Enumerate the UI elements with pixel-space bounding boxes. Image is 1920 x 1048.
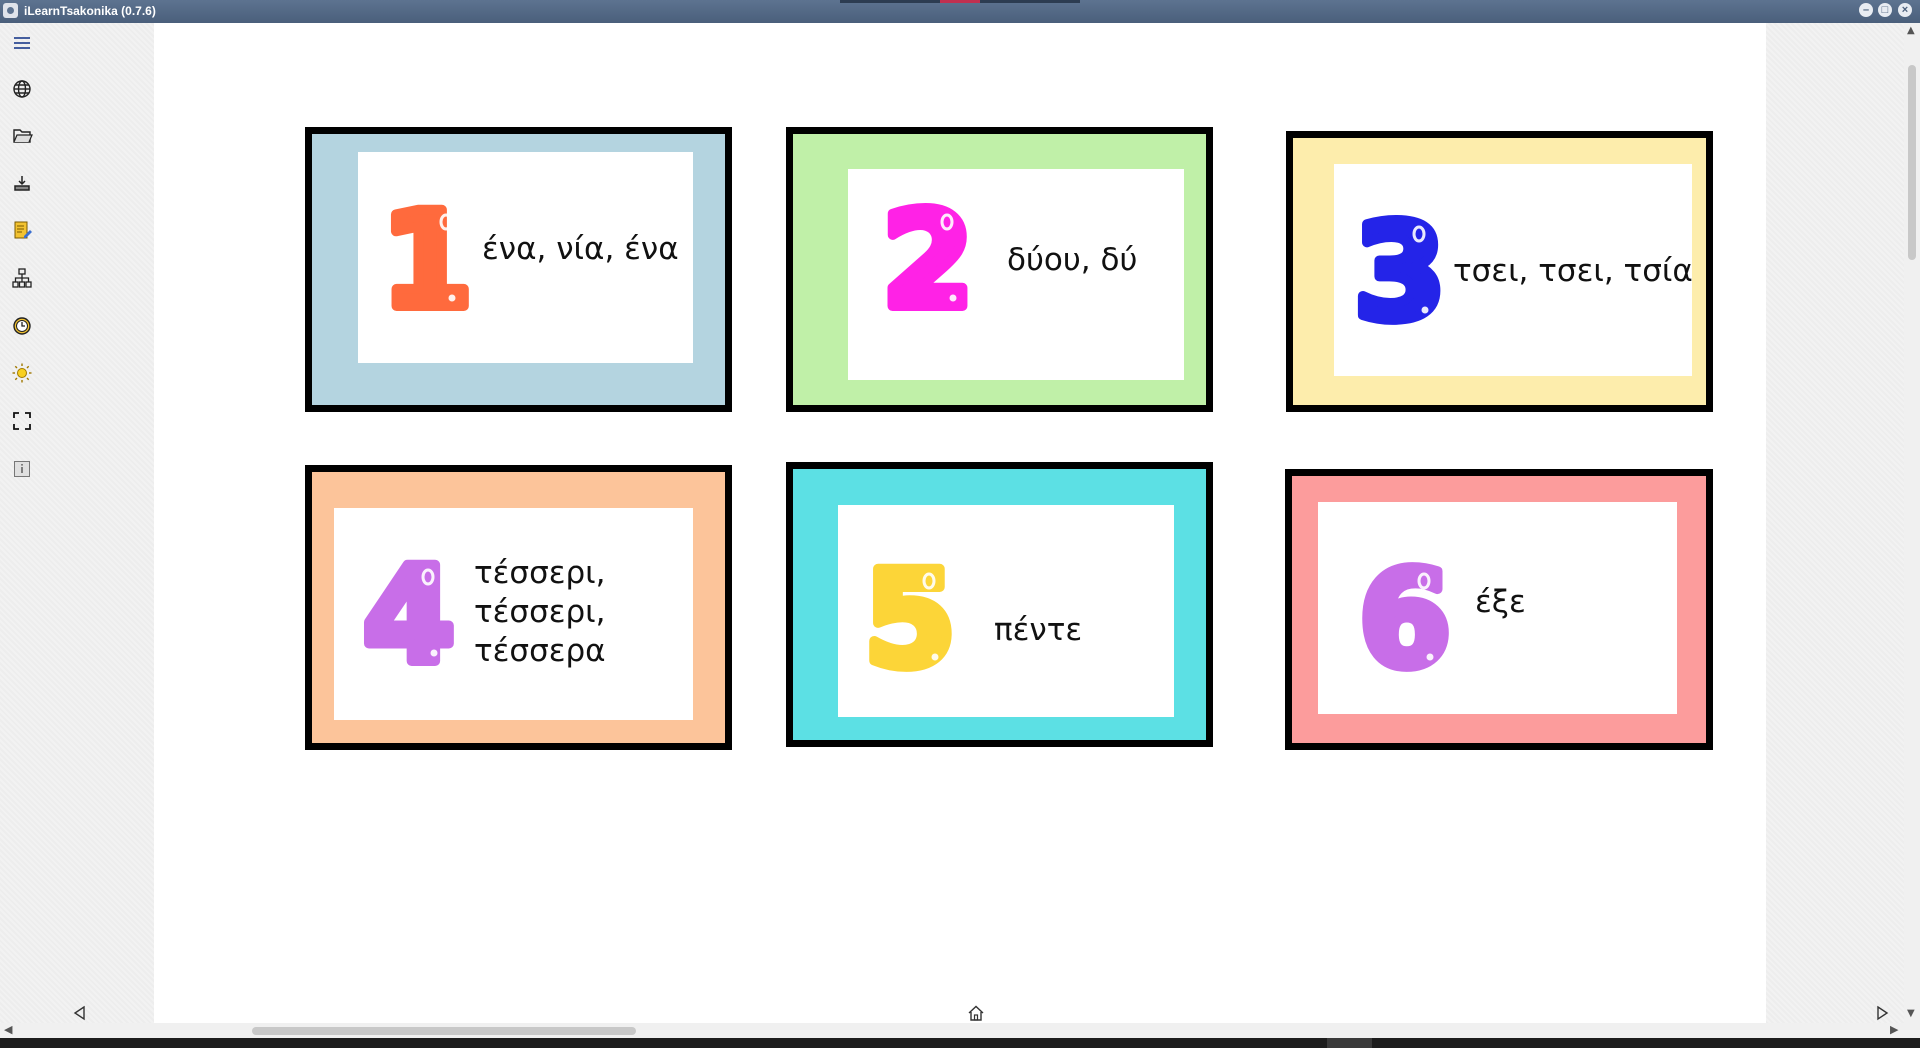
minimize-button[interactable]: – <box>1859 3 1873 17</box>
number-card-3[interactable]: 3 τσει, τσει, τσία <box>1286 131 1713 412</box>
download-icon[interactable] <box>8 169 36 197</box>
edit-document-icon[interactable] <box>8 216 36 244</box>
numeral-5: 5 <box>855 538 965 702</box>
number-word-line: τέσσερι, <box>474 555 606 591</box>
number-words: ένα, νία, ένα <box>482 230 679 269</box>
scroll-up-arrow-icon[interactable]: ▲ <box>1907 25 1915 36</box>
right-gutter <box>1766 23 1904 1023</box>
scroll-down-arrow-icon[interactable]: ▼ <box>1907 1008 1915 1019</box>
numeral-text: 3 <box>1354 196 1446 350</box>
number-word-line: έξε <box>1475 584 1526 620</box>
number-word-line: τέσσερι, <box>474 594 606 630</box>
previous-page-button[interactable] <box>70 1003 90 1023</box>
fullscreen-icon[interactable] <box>8 407 36 435</box>
number-words: έξε <box>1475 583 1526 622</box>
number-card-5[interactable]: 5 πέντε <box>786 462 1213 747</box>
number-card-1[interactable]: 1 ένα, νία, ένα <box>305 127 732 412</box>
horizontal-scroll-thumb[interactable] <box>252 1027 636 1035</box>
number-word-line: δύου, δύ <box>1007 242 1138 278</box>
numeral-1: 1 <box>372 179 482 343</box>
vertical-scrollbar[interactable]: ▲ ▼ <box>1904 23 1920 1023</box>
number-words: δύου, δύ <box>1007 241 1137 280</box>
number-word-line: ένα, νία, ένα <box>482 231 679 267</box>
number-words: τσει, τσει, τσία <box>1453 252 1693 291</box>
home-button[interactable] <box>966 1003 986 1023</box>
next-page-button[interactable] <box>1872 1003 1892 1023</box>
globe-icon[interactable] <box>8 75 36 103</box>
vertical-scroll-thumb[interactable] <box>1908 65 1916 260</box>
maximize-button[interactable]: □ <box>1878 3 1892 17</box>
number-words: πέντε <box>994 611 1082 650</box>
triangle-right-icon <box>1877 1005 1889 1021</box>
sidebar <box>0 23 154 1038</box>
triangle-left-icon <box>73 1005 85 1021</box>
numeral-text: 6 <box>1359 543 1451 697</box>
numeral-text: 4 <box>363 539 455 693</box>
window-title: iLearnTsakonika (0.7.6) <box>24 4 156 18</box>
number-word-line: πέντε <box>994 612 1083 648</box>
numeral-glyph: 4 <box>358 534 460 698</box>
app-icon <box>3 3 18 18</box>
numeral-glyph: 5 <box>859 538 961 702</box>
numeral-glyph: 6 <box>1354 538 1456 702</box>
clock-icon[interactable] <box>8 312 36 340</box>
numeral-text: 2 <box>882 184 974 338</box>
title-bar-indicator <box>840 0 1080 3</box>
title-bar: iLearnTsakonika (0.7.6) – □ × <box>0 0 1920 23</box>
info-icon[interactable] <box>8 455 36 483</box>
home-icon <box>968 1005 984 1021</box>
numeral-3: 3 <box>1345 191 1455 355</box>
number-words: τέσσερι, τέσσερι, τέσσερα <box>474 554 606 671</box>
number-word-line: τέσσερα <box>474 633 606 669</box>
numeral-glyph: 1 <box>376 179 478 343</box>
numeral-text: 5 <box>864 543 956 697</box>
taskbar-active-item[interactable] <box>1327 1038 1372 1048</box>
number-card-6[interactable]: 6 έξε <box>1285 469 1713 750</box>
folder-open-icon[interactable] <box>8 121 36 149</box>
menu-icon[interactable] <box>8 29 36 57</box>
scroll-left-arrow-icon[interactable]: ◀ <box>4 1023 12 1036</box>
sitemap-icon[interactable] <box>8 264 36 292</box>
horizontal-scrollbar[interactable]: ◀ ▶ <box>0 1023 1920 1038</box>
number-card-2[interactable]: 2 δύου, δύ <box>786 127 1213 412</box>
numeral-4: 4 <box>354 534 464 698</box>
number-card-4[interactable]: 4 τέσσερι, τέσσερι, τέσσερα <box>305 465 732 750</box>
numeral-glyph: 3 <box>1349 191 1451 355</box>
numeral-6: 6 <box>1350 538 1460 702</box>
scroll-right-arrow-icon[interactable]: ▶ <box>1890 1023 1898 1036</box>
numeral-2: 2 <box>873 179 983 343</box>
taskbar <box>0 1038 1920 1048</box>
close-button[interactable]: × <box>1898 3 1912 17</box>
brightness-icon[interactable] <box>8 359 36 387</box>
numeral-text: 1 <box>381 184 473 338</box>
numeral-glyph: 2 <box>877 179 979 343</box>
number-word-line: τσει, τσει, τσία <box>1453 253 1693 289</box>
